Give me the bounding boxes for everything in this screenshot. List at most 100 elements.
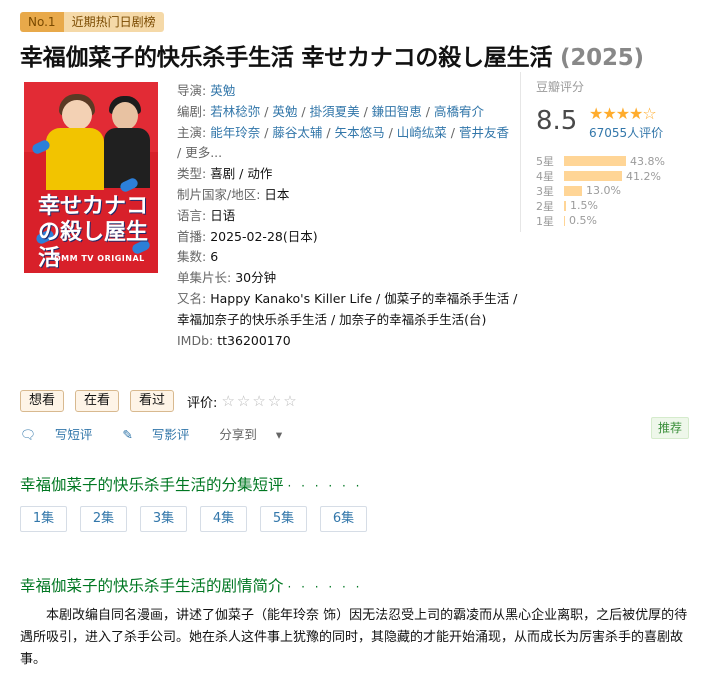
rating-bar-label: 2星: [536, 199, 554, 213]
rating-bar-percent: 1.5%: [570, 199, 598, 213]
rating-bar-row: 5星 43.8%: [536, 154, 665, 169]
premiere-value: 2025-02-28(日本): [210, 228, 318, 244]
write-short-review-label: 写短评: [54, 427, 93, 442]
rating-distribution: 5星 43.8% 4星 41.2% 3星 13.0% 2星 1.5% 1星 0.5%: [536, 154, 665, 228]
writer-label: 编剧:: [177, 103, 207, 119]
director-row: 导演: 英勉: [177, 81, 517, 102]
title-year: (2025): [560, 45, 644, 71]
share-dropdown[interactable]: 分享到 ▾: [219, 424, 297, 443]
runtime-value: 30分钟: [235, 270, 277, 286]
writer-link[interactable]: 鎌田智恵: [372, 104, 422, 119]
episode-list: 1集 2集 3集 4集 5集 6集: [20, 506, 380, 532]
director-link[interactable]: 英勉: [210, 83, 235, 98]
language-row: 语言: 日语: [177, 206, 517, 227]
comment-icon: 🗨: [20, 427, 40, 442]
rating-bar-fill: [564, 156, 626, 167]
episode-button[interactable]: 4集: [200, 506, 247, 532]
action-bar: 想看 在看 看过 评价: ☆☆☆☆☆: [20, 390, 299, 412]
cast-link[interactable]: 矢本悠马: [335, 125, 385, 140]
writer-link[interactable]: 高橋宥介: [434, 104, 484, 119]
rating-bar-percent: 43.8%: [630, 154, 665, 168]
runtime-row: 单集片长: 30分钟: [177, 268, 517, 289]
rating-bar-fill: [564, 171, 622, 182]
episodes-section-title: 幸福伽菜子的快乐杀手生活的分集短评 · · · · · ·: [20, 473, 362, 495]
rating-panel: 豆瓣评分 8.5 ★★★★☆ 67055人评价 5星 43.8% 4星 41.2% 3星…: [520, 72, 722, 232]
runtime-label: 单集片长:: [177, 270, 232, 286]
rank-list-name: 近期热门日剧榜: [63, 12, 164, 32]
country-row: 制片国家/地区: 日本: [177, 185, 517, 206]
recommend-button[interactable]: 推荐: [651, 417, 690, 439]
rating-bar-fill: [564, 185, 582, 196]
rating-bar-row: 3星 13.0%: [536, 184, 665, 199]
cast-label: 主演:: [177, 124, 207, 140]
cast-row: 主演: 能年玲奈 / 藤谷太辅 / 矢本悠马 / 山崎纮菜 / 菅井友香 / 更…: [177, 124, 509, 161]
writer-link[interactable]: 英勉: [272, 104, 297, 119]
aka-label: 又名:: [177, 290, 207, 306]
cast-link[interactable]: 能年玲奈: [210, 125, 260, 140]
cast-link[interactable]: 藤谷太辅: [272, 125, 322, 140]
share-label: 分享到: [219, 427, 257, 442]
poster-figure-left-face: [62, 100, 92, 130]
episode-button[interactable]: 2集: [80, 506, 127, 532]
rating-bar-percent: 41.2%: [626, 169, 661, 183]
writer-row: 编剧: 若林稔弥 / 英勉 / 掛須夏美 / 鎌田智恵 / 高橋宥介: [177, 103, 484, 119]
rating-bar-fill: [564, 200, 566, 211]
rate-stars-icon[interactable]: ☆☆☆☆☆: [221, 392, 298, 410]
want-to-watch-button[interactable]: 想看: [20, 390, 65, 412]
write-review-label: 写影评: [151, 427, 190, 442]
rating-label: 豆瓣评分: [536, 80, 585, 94]
rating-stars-icon: ★★★★☆: [589, 104, 657, 123]
rating-bar-row: 1星 0.5%: [536, 213, 665, 228]
write-short-review-link[interactable]: 🗨 写短评: [20, 424, 107, 443]
episode-button[interactable]: 1集: [20, 506, 67, 532]
aka-row-continued: 幸福加奈子的快乐杀手生活 / 加奈子的幸福杀手生活(台): [177, 310, 517, 331]
synopsis-section-title-text: 幸福伽菜子的快乐杀手生活的剧情简介: [20, 577, 284, 595]
cast-link[interactable]: 菅井友香: [459, 125, 509, 140]
genre-label: 类型:: [177, 166, 207, 182]
country-value: 日本: [264, 186, 290, 202]
title-text: 幸福伽菜子的快乐杀手生活 幸せカナコの殺し屋生活: [20, 45, 553, 71]
imdb-row: IMDb: tt36200170: [177, 331, 517, 352]
rating-bar-fill: [564, 215, 565, 226]
chevron-down-icon: ▾: [275, 427, 283, 442]
episodes-label: 集数:: [177, 249, 207, 265]
aka-row: 又名: Happy Kanako's Killer Life / 伽菜子的幸福杀…: [177, 289, 517, 310]
watching-button[interactable]: 在看: [75, 390, 120, 412]
rate-label: 评价:: [187, 395, 218, 411]
country-label: 制片国家/地区:: [177, 186, 261, 202]
poster-image[interactable]: 幸せカナコの殺し屋生活 DMM TV ORIGINAL: [24, 82, 158, 273]
episode-button[interactable]: 5集: [260, 506, 307, 532]
poster-figure-right-face: [112, 102, 138, 130]
premiere-label: 首播:: [177, 228, 207, 244]
rating-votes-link[interactable]: 67055人评价: [589, 124, 663, 141]
ops-bar: 🗨 写短评 ✎ 写影评 分享到 ▾: [20, 424, 312, 443]
rating-bar-row: 2星 1.5%: [536, 198, 665, 213]
imdb-label: IMDb:: [177, 332, 214, 348]
writer-link[interactable]: 掛須夏美: [310, 104, 360, 119]
genre-value: 喜剧 / 动作: [210, 166, 273, 182]
imdb-value: tt36200170: [217, 332, 291, 348]
genre-row: 类型: 喜剧 / 动作: [177, 164, 517, 185]
poster-figure-left-body: [46, 128, 104, 190]
watched-button[interactable]: 看过: [130, 390, 175, 412]
synopsis-section-dots: · · · · · ·: [287, 580, 363, 594]
language-value: 日语: [210, 207, 236, 223]
rating-bar-label: 3星: [536, 185, 554, 198]
episodes-row: 集数: 6: [177, 247, 517, 268]
episodes-section-title-text: 幸福伽菜子的快乐杀手生活的分集短评: [20, 476, 284, 494]
rating-bar-percent: 13.0%: [586, 184, 621, 198]
episodes-value: 6: [210, 249, 219, 265]
write-review-link[interactable]: ✎ 写影评: [122, 424, 204, 443]
aka-value-line2: 幸福加奈子的快乐杀手生活 / 加奈子的幸福杀手生活(台): [177, 311, 487, 327]
episode-button[interactable]: 6集: [320, 506, 367, 532]
director-label: 导演:: [177, 83, 207, 98]
writer-link[interactable]: 若林稔弥: [210, 104, 260, 119]
rating-bar-percent: 0.5%: [569, 214, 597, 228]
rank-badge[interactable]: No.1 近期热门日剧榜: [20, 12, 164, 32]
more-cast-link[interactable]: 更多...: [185, 145, 222, 160]
premiere-row: 首播: 2025-02-28(日本): [177, 227, 517, 248]
cast-link[interactable]: 山崎纮菜: [397, 125, 447, 140]
episode-button[interactable]: 3集: [140, 506, 187, 532]
rating-bar-label: 1星: [536, 214, 554, 228]
rating-bar-label: 5星: [536, 155, 554, 169]
